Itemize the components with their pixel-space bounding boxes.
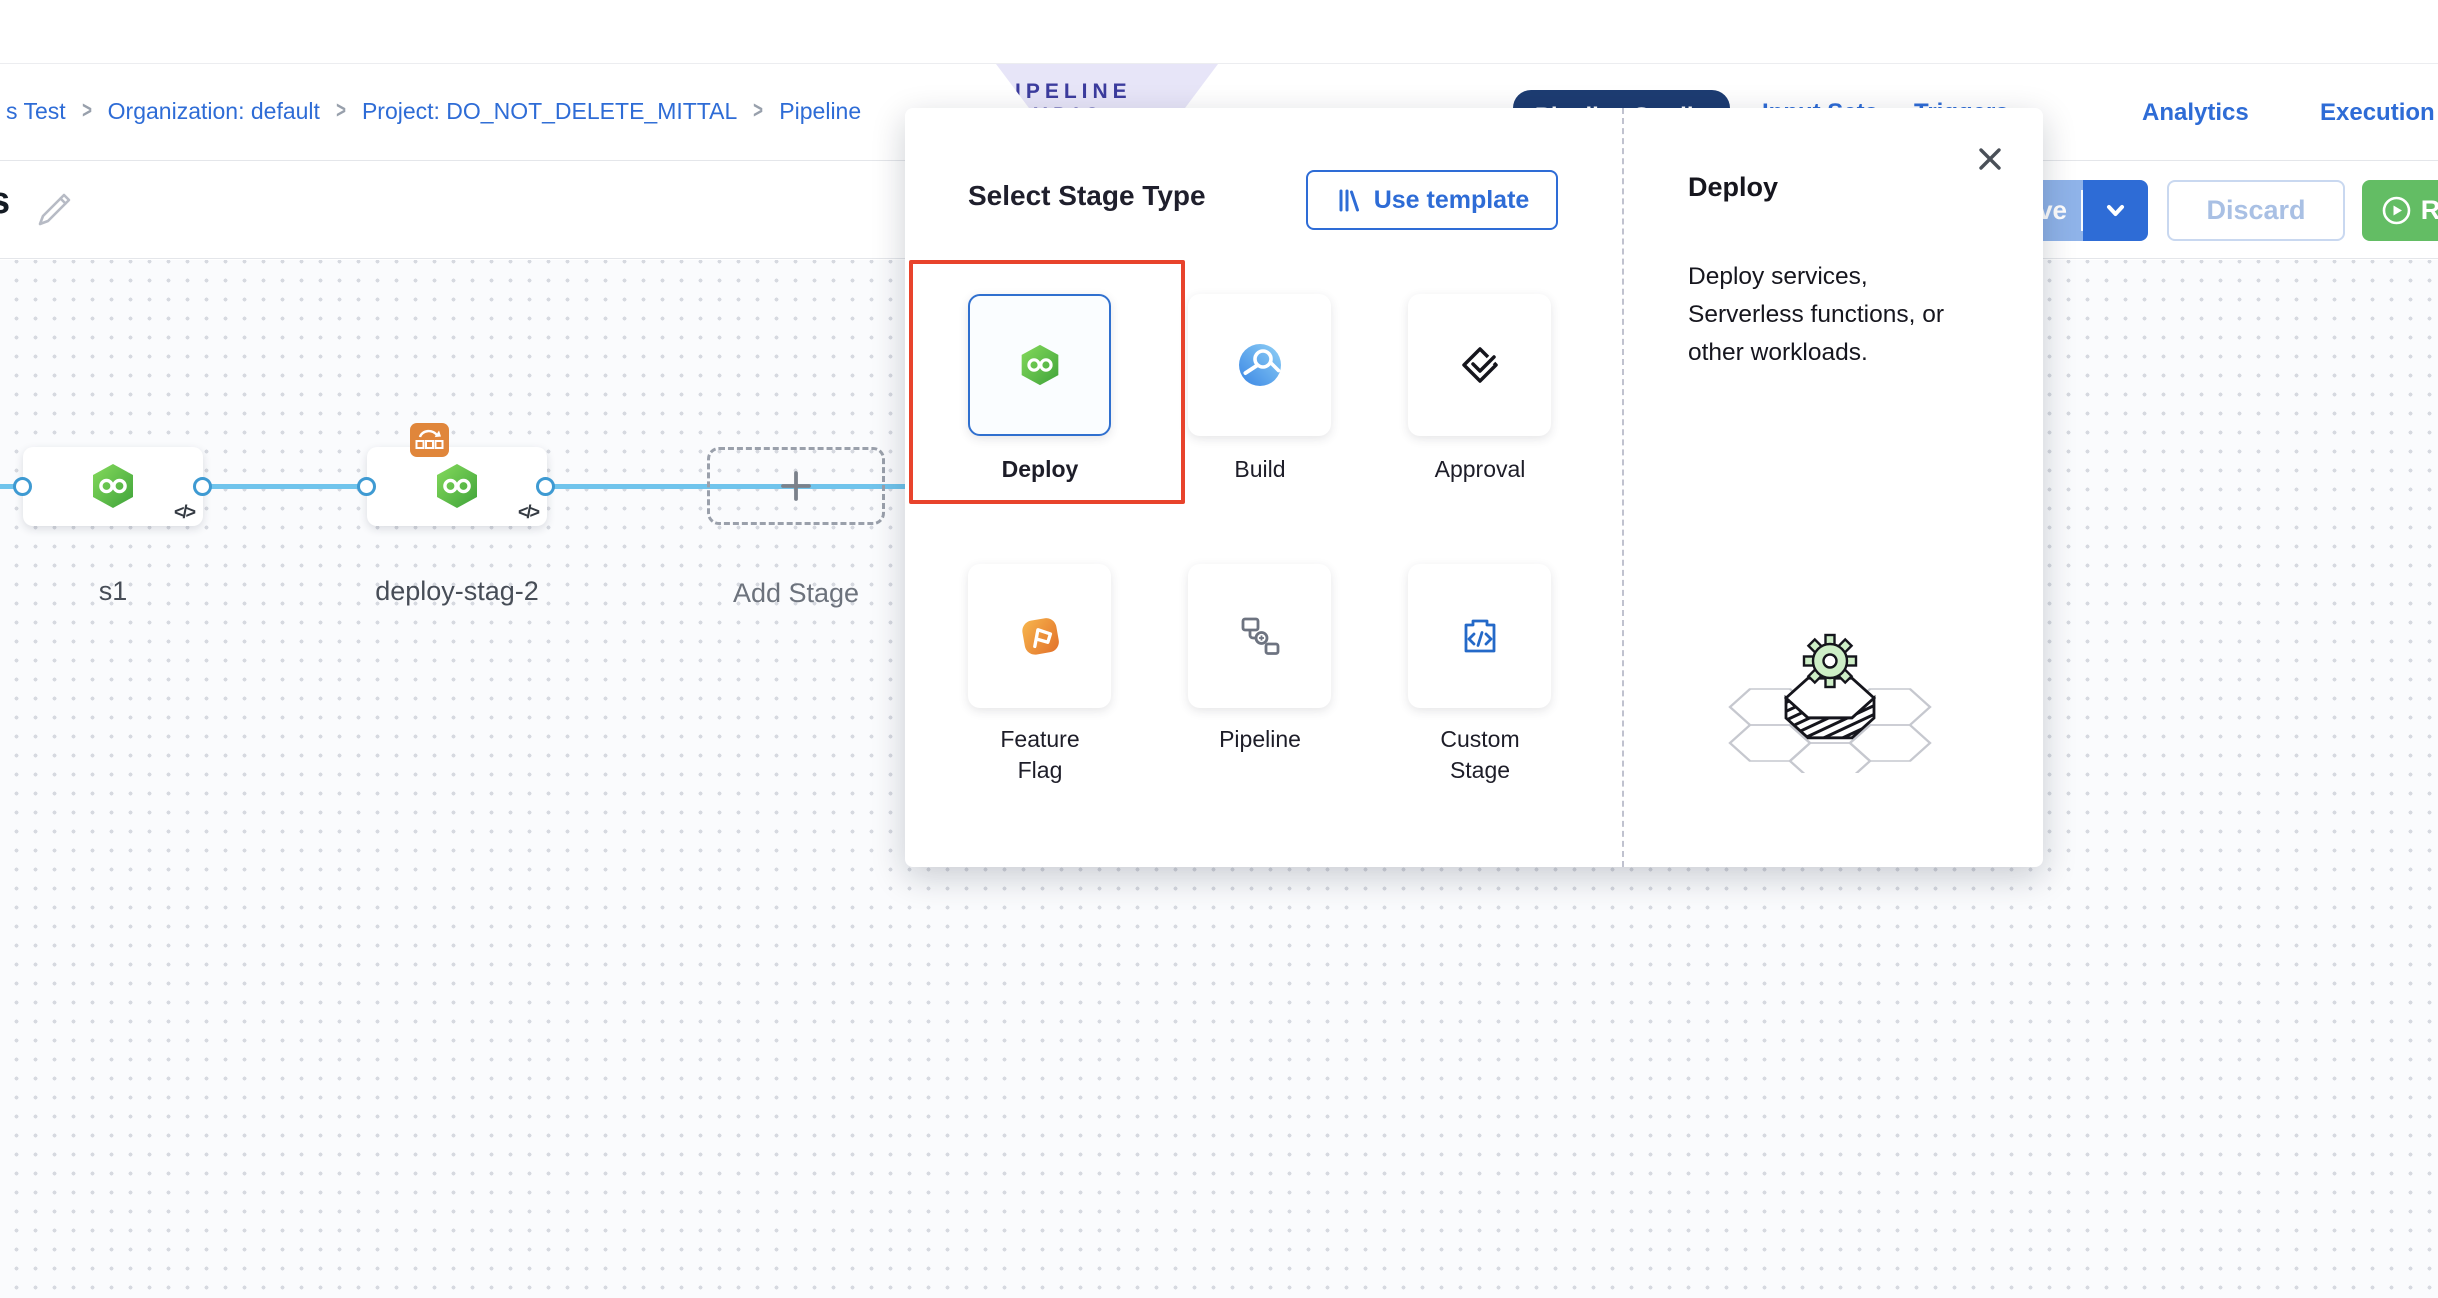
breadcrumb-item-organization[interactable]: Organization: default bbox=[108, 98, 320, 125]
add-stage-button[interactable] bbox=[707, 447, 885, 525]
stage-node-deploy-stag-2[interactable]: </> bbox=[367, 447, 547, 526]
breadcrumb-item-project[interactable]: Project: DO_NOT_DELETE_MITTAL bbox=[362, 98, 737, 125]
stage-type-label-pipeline: Pipeline bbox=[1200, 724, 1320, 755]
breadcrumb-separator: > bbox=[753, 97, 763, 125]
pipeline-stage-icon bbox=[1237, 613, 1283, 659]
breadcrumb-separator: > bbox=[82, 97, 92, 125]
connector-dot[interactable] bbox=[536, 477, 555, 496]
custom-stage-icon bbox=[1457, 613, 1503, 659]
stage-type-card-pipeline[interactable] bbox=[1188, 564, 1331, 708]
close-icon bbox=[1973, 142, 2007, 176]
select-stage-type-modal: Select Stage Type Use template Deploy bbox=[905, 108, 2043, 867]
breadcrumb-separator: > bbox=[336, 97, 346, 125]
stage-type-label-build: Build bbox=[1200, 454, 1320, 485]
approval-stage-icon bbox=[1457, 342, 1503, 388]
save-split-separator bbox=[2081, 190, 2083, 231]
stage-detail-description: Deploy services, Serverless functions, o… bbox=[1688, 258, 1950, 372]
rollout-strategy-badge[interactable] bbox=[410, 423, 449, 457]
close-button[interactable] bbox=[1973, 142, 2007, 176]
deploy-stage-icon bbox=[1018, 343, 1062, 387]
pencil-icon bbox=[32, 186, 78, 232]
stage-detail-title: Deploy bbox=[1688, 172, 1778, 203]
add-stage-label: Add Stage bbox=[707, 578, 885, 609]
tab-execution[interactable]: Execution bbox=[2320, 99, 2435, 127]
stage-type-label-feature-flag: Feature Flag bbox=[980, 724, 1100, 786]
chevron-down-icon bbox=[2102, 197, 2129, 224]
tab-analytics[interactable]: Analytics bbox=[2142, 99, 2249, 127]
stage-type-card-feature-flag[interactable] bbox=[968, 564, 1111, 708]
use-template-label: Use template bbox=[1374, 186, 1530, 215]
stage-node-label: s1 bbox=[23, 576, 203, 607]
stage-node-label: deploy-stag-2 bbox=[367, 576, 547, 607]
stage-type-card-deploy[interactable] bbox=[968, 294, 1111, 436]
save-options-button[interactable] bbox=[2083, 180, 2148, 241]
template-library-icon bbox=[1335, 187, 1362, 214]
use-template-button[interactable]: Use template bbox=[1306, 170, 1558, 230]
stage-type-card-custom-stage[interactable] bbox=[1408, 564, 1551, 708]
plus-icon bbox=[775, 465, 817, 507]
discard-button-label: Discard bbox=[2206, 195, 2305, 226]
stage-type-label-deploy: Deploy bbox=[980, 454, 1100, 485]
connector-dot[interactable] bbox=[13, 477, 32, 496]
rollout-strategy-icon bbox=[413, 426, 446, 454]
stage-type-label-approval: Approval bbox=[1420, 454, 1540, 485]
edit-pipeline-button[interactable] bbox=[32, 186, 78, 232]
cd-stage-icon bbox=[89, 462, 137, 510]
connector-dot[interactable] bbox=[193, 477, 212, 496]
stage-node-s1[interactable]: </> bbox=[23, 447, 203, 526]
breadcrumb-item-account[interactable]: s Test bbox=[6, 98, 66, 125]
modal-title: Select Stage Type bbox=[968, 180, 1206, 212]
breadcrumb-item-pipelines[interactable]: Pipeline bbox=[779, 98, 861, 125]
feature-flag-stage-icon bbox=[1015, 611, 1065, 661]
code-icon[interactable]: </> bbox=[518, 502, 538, 523]
discard-button[interactable]: Discard bbox=[2167, 180, 2345, 241]
run-button-label: Run bbox=[2421, 195, 2438, 226]
top-divider bbox=[0, 63, 2438, 64]
build-stage-icon bbox=[1237, 342, 1283, 388]
pipeline-title: s bbox=[0, 180, 10, 223]
breadcrumb: s Test > Organization: default > Project… bbox=[6, 97, 861, 125]
modal-divider bbox=[1622, 108, 1624, 867]
connector-dot[interactable] bbox=[357, 477, 376, 496]
deploy-stage-illustration bbox=[1700, 603, 1960, 778]
stage-type-label-custom-stage: Custom Stage bbox=[1420, 724, 1540, 786]
stage-type-card-build[interactable] bbox=[1188, 294, 1331, 436]
run-button[interactable]: Run bbox=[2362, 180, 2438, 241]
code-icon[interactable]: </> bbox=[174, 502, 194, 523]
play-icon bbox=[2381, 195, 2412, 226]
stage-type-card-approval[interactable] bbox=[1408, 294, 1551, 436]
cd-stage-icon bbox=[433, 462, 481, 510]
